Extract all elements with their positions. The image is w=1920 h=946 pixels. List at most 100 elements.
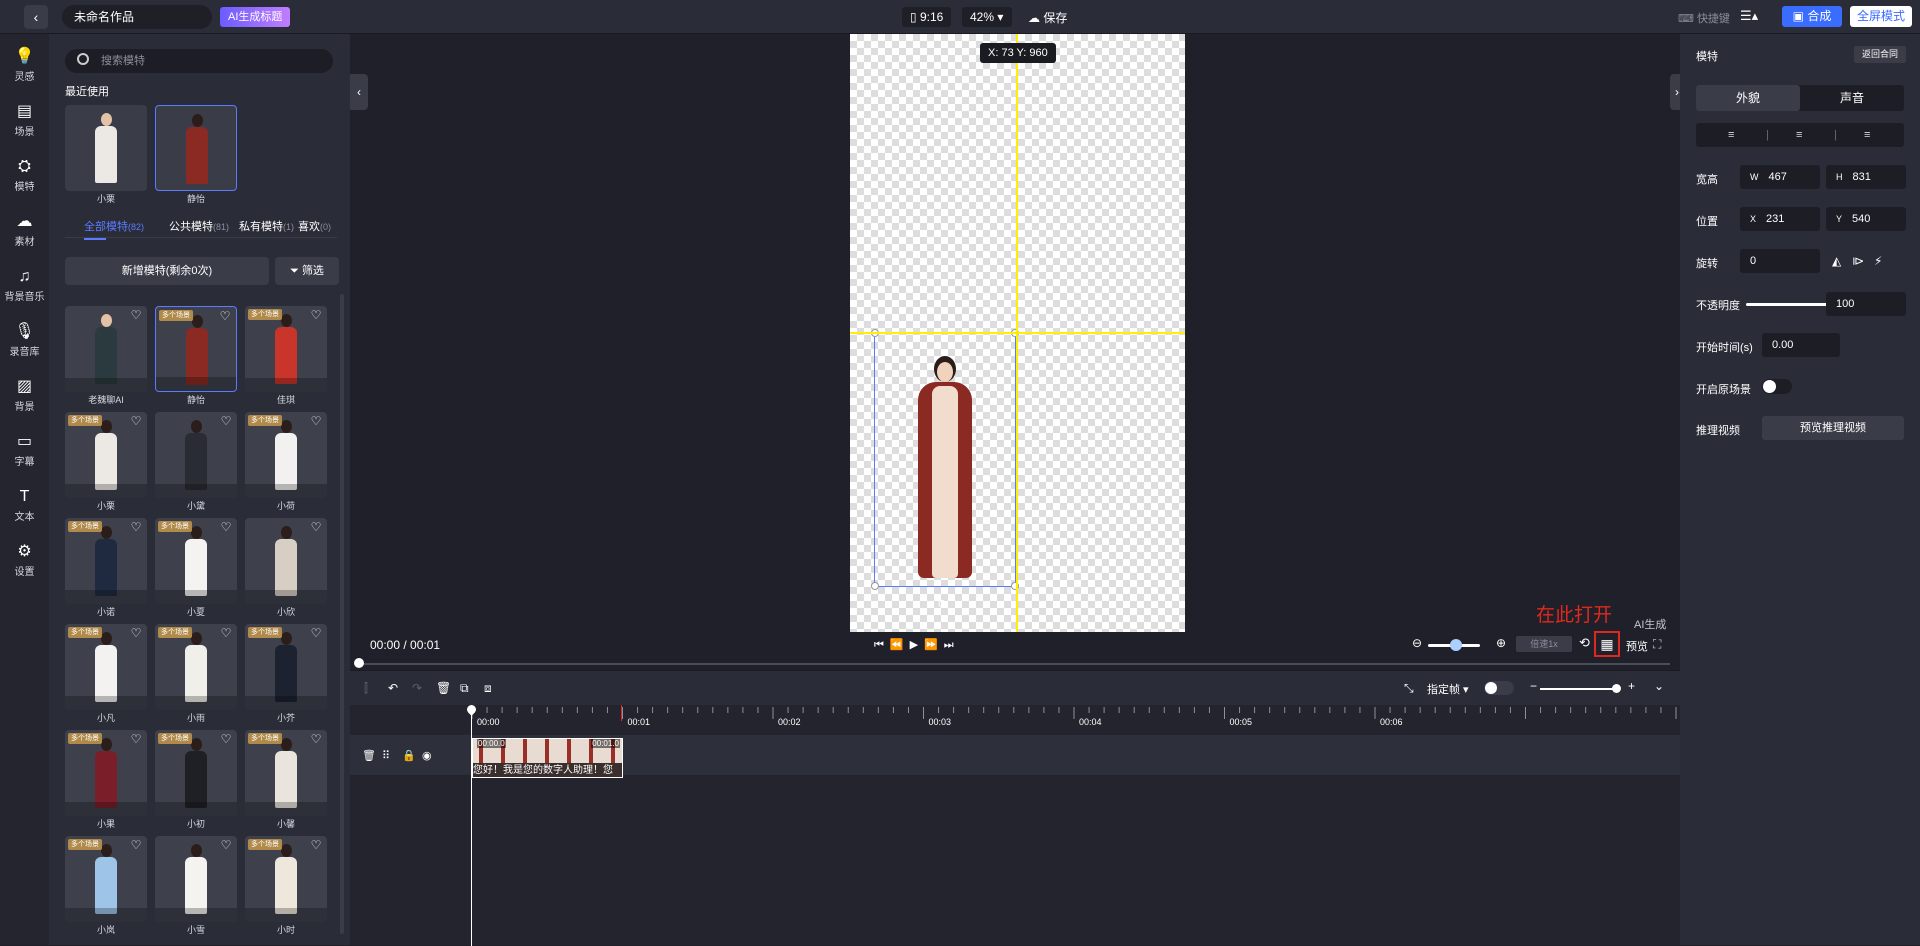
fast-forward-icon[interactable]: ⏩: [924, 639, 944, 651]
heart-icon[interactable]: ♡: [310, 309, 322, 321]
model-card[interactable]: 多个场景 ♡: [65, 518, 147, 604]
redo-icon[interactable]: ↷: [412, 681, 422, 695]
model-card[interactable]: 多个场景 ♡: [155, 518, 237, 604]
model-card[interactable]: 多个场景 ♡: [65, 624, 147, 710]
heart-icon[interactable]: ♡: [220, 521, 232, 533]
model-card[interactable]: 多个场景 ♡: [65, 412, 147, 498]
x-input[interactable]: X 231: [1740, 207, 1820, 231]
recent-model-card[interactable]: [155, 105, 237, 191]
tab-appearance[interactable]: 外貌: [1696, 85, 1800, 111]
heart-icon[interactable]: ♡: [130, 839, 142, 851]
undo-icon[interactable]: ↶: [388, 681, 398, 695]
fullscreen-mode-button[interactable]: 全屏模式: [1850, 6, 1912, 27]
compose-button[interactable]: ▣ 合成: [1782, 6, 1842, 27]
specify-frame-select[interactable]: 指定帧 ▾: [1427, 681, 1469, 697]
loop-icon[interactable]: ⟲: [1579, 635, 1590, 651]
heart-icon[interactable]: ♡: [130, 733, 142, 745]
timeline-zoom-out-icon[interactable]: −: [1530, 679, 1537, 693]
ai-generate-label[interactable]: AI生成: [1634, 616, 1666, 632]
track-visibility-icon[interactable]: ◉: [422, 749, 432, 762]
align-right-icon[interactable]: ≡: [1864, 123, 1870, 147]
nav-item-subtitle[interactable]: ▭ 字幕: [0, 433, 49, 468]
nav-item-scene[interactable]: ▤ 场景: [0, 103, 49, 138]
zoom-in-icon[interactable]: ⊕: [1496, 636, 1506, 650]
track-lock-icon[interactable]: 🔒: [402, 749, 416, 762]
back-to-contract-button[interactable]: 返回合同: [1854, 46, 1906, 63]
selection-box[interactable]: [871, 329, 1019, 590]
preview-button[interactable]: 预览: [1626, 638, 1648, 654]
collapse-left-button[interactable]: ‹: [350, 74, 368, 110]
model-card[interactable]: ♡: [245, 518, 327, 604]
nav-item-inspiration[interactable]: 💡 灵感: [0, 48, 49, 83]
grid-toggle-button[interactable]: ▦: [1594, 631, 1620, 657]
project-title-input[interactable]: 未命名作品: [62, 5, 212, 29]
save-button[interactable]: ☁ 保存: [1028, 9, 1067, 26]
timeline-zoom-slider[interactable]: [1540, 688, 1616, 690]
model-card[interactable]: 多个场景 ♡: [155, 306, 237, 392]
align-left-icon[interactable]: ≡: [1728, 123, 1734, 147]
nav-item-bgm[interactable]: ♫ 背景音乐: [0, 268, 49, 303]
add-model-button[interactable]: 新增模特(剩余0次): [65, 257, 269, 285]
skip-start-icon[interactable]: ⏮: [874, 639, 890, 651]
model-card[interactable]: 多个场景 ♡: [245, 306, 327, 392]
heart-icon[interactable]: ♡: [130, 521, 142, 533]
shortcut-button[interactable]: ⌨ 快捷键: [1678, 10, 1730, 26]
start-time-input[interactable]: 0.00: [1762, 333, 1840, 357]
zoom-out-icon[interactable]: ⊖: [1412, 636, 1422, 650]
tab-all-models[interactable]: 全部模特(82): [84, 218, 144, 234]
height-input[interactable]: H 831: [1826, 165, 1906, 189]
model-card[interactable]: 多个场景 ♡: [155, 624, 237, 710]
heart-icon[interactable]: ♡: [220, 627, 232, 639]
shrink-icon[interactable]: ⤡: [1404, 681, 1414, 696]
copy-icon[interactable]: ⧉: [460, 681, 469, 696]
nav-item-material[interactable]: ☁ 素材: [0, 213, 49, 248]
split-icon[interactable]: ⫿: [364, 681, 368, 696]
collapse-timeline-icon[interactable]: ⌄: [1654, 679, 1664, 693]
y-input[interactable]: Y 540: [1826, 207, 1906, 231]
tab-voice[interactable]: 声音: [1800, 85, 1904, 111]
resize-handle[interactable]: [871, 582, 879, 590]
ai-title-button[interactable]: AI生成标题: [220, 7, 291, 27]
heart-icon[interactable]: ♡: [310, 627, 322, 639]
model-card[interactable]: 多个场景 ♡: [245, 836, 327, 922]
aspect-ratio-select[interactable]: ▯ 9:16: [902, 7, 952, 27]
heart-icon[interactable]: ♡: [310, 733, 322, 745]
progress-knob[interactable]: [354, 658, 364, 668]
heart-icon[interactable]: ♡: [220, 733, 232, 745]
speed-select[interactable]: 倍速1x: [1516, 636, 1572, 652]
rotate-input[interactable]: 0: [1740, 249, 1820, 273]
search-input[interactable]: 搜索模特: [65, 49, 333, 73]
model-card[interactable]: 多个场景 ♡: [245, 624, 327, 710]
effect-icon[interactable]: ⚡: [1874, 254, 1882, 268]
heart-icon[interactable]: ♡: [220, 415, 232, 427]
zoom-select[interactable]: 42% ▾: [962, 7, 1012, 27]
nav-item-text[interactable]: T 文本: [0, 488, 49, 523]
timeline-zoom-knob[interactable]: [1612, 684, 1621, 693]
filter-button[interactable]: ⏷ 筛选: [275, 257, 339, 285]
model-card[interactable]: ♡: [155, 412, 237, 498]
model-card[interactable]: ♡: [65, 306, 147, 392]
heart-icon[interactable]: ♡: [310, 521, 322, 533]
playback-progress-bar[interactable]: [358, 663, 1670, 665]
heart-icon[interactable]: ♡: [220, 839, 232, 851]
model-card[interactable]: 多个场景 ♡: [245, 730, 327, 816]
preview-inference-button[interactable]: 预览推理视频: [1762, 416, 1904, 440]
tab-private-models[interactable]: 私有模特(1): [239, 218, 294, 234]
playhead[interactable]: [471, 705, 472, 946]
tab-public-models[interactable]: 公共模特(81): [169, 218, 229, 234]
skip-end-icon[interactable]: ⏭: [944, 639, 960, 651]
play-icon[interactable]: ▶: [910, 639, 924, 651]
rotate-handle-icon[interactable]: ⟳: [938, 597, 948, 611]
nav-item-recordings[interactable]: 🎙 录音库: [0, 323, 49, 358]
heart-icon[interactable]: ♡: [130, 627, 142, 639]
nav-item-settings[interactable]: ⚙ 设置: [0, 543, 49, 578]
rewind-icon[interactable]: ⏪: [890, 639, 910, 651]
back-button[interactable]: ‹: [24, 5, 48, 29]
track-delete-icon[interactable]: 🗑: [362, 749, 376, 762]
heart-icon[interactable]: ♡: [130, 415, 142, 427]
width-input[interactable]: W 467: [1740, 165, 1820, 189]
timeline-ruler[interactable]: [470, 705, 1680, 727]
heart-icon[interactable]: ♡: [130, 309, 142, 321]
flip-horizontal-icon[interactable]: ⧐: [1852, 254, 1864, 268]
tab-favorites[interactable]: 喜欢(0): [298, 218, 331, 234]
